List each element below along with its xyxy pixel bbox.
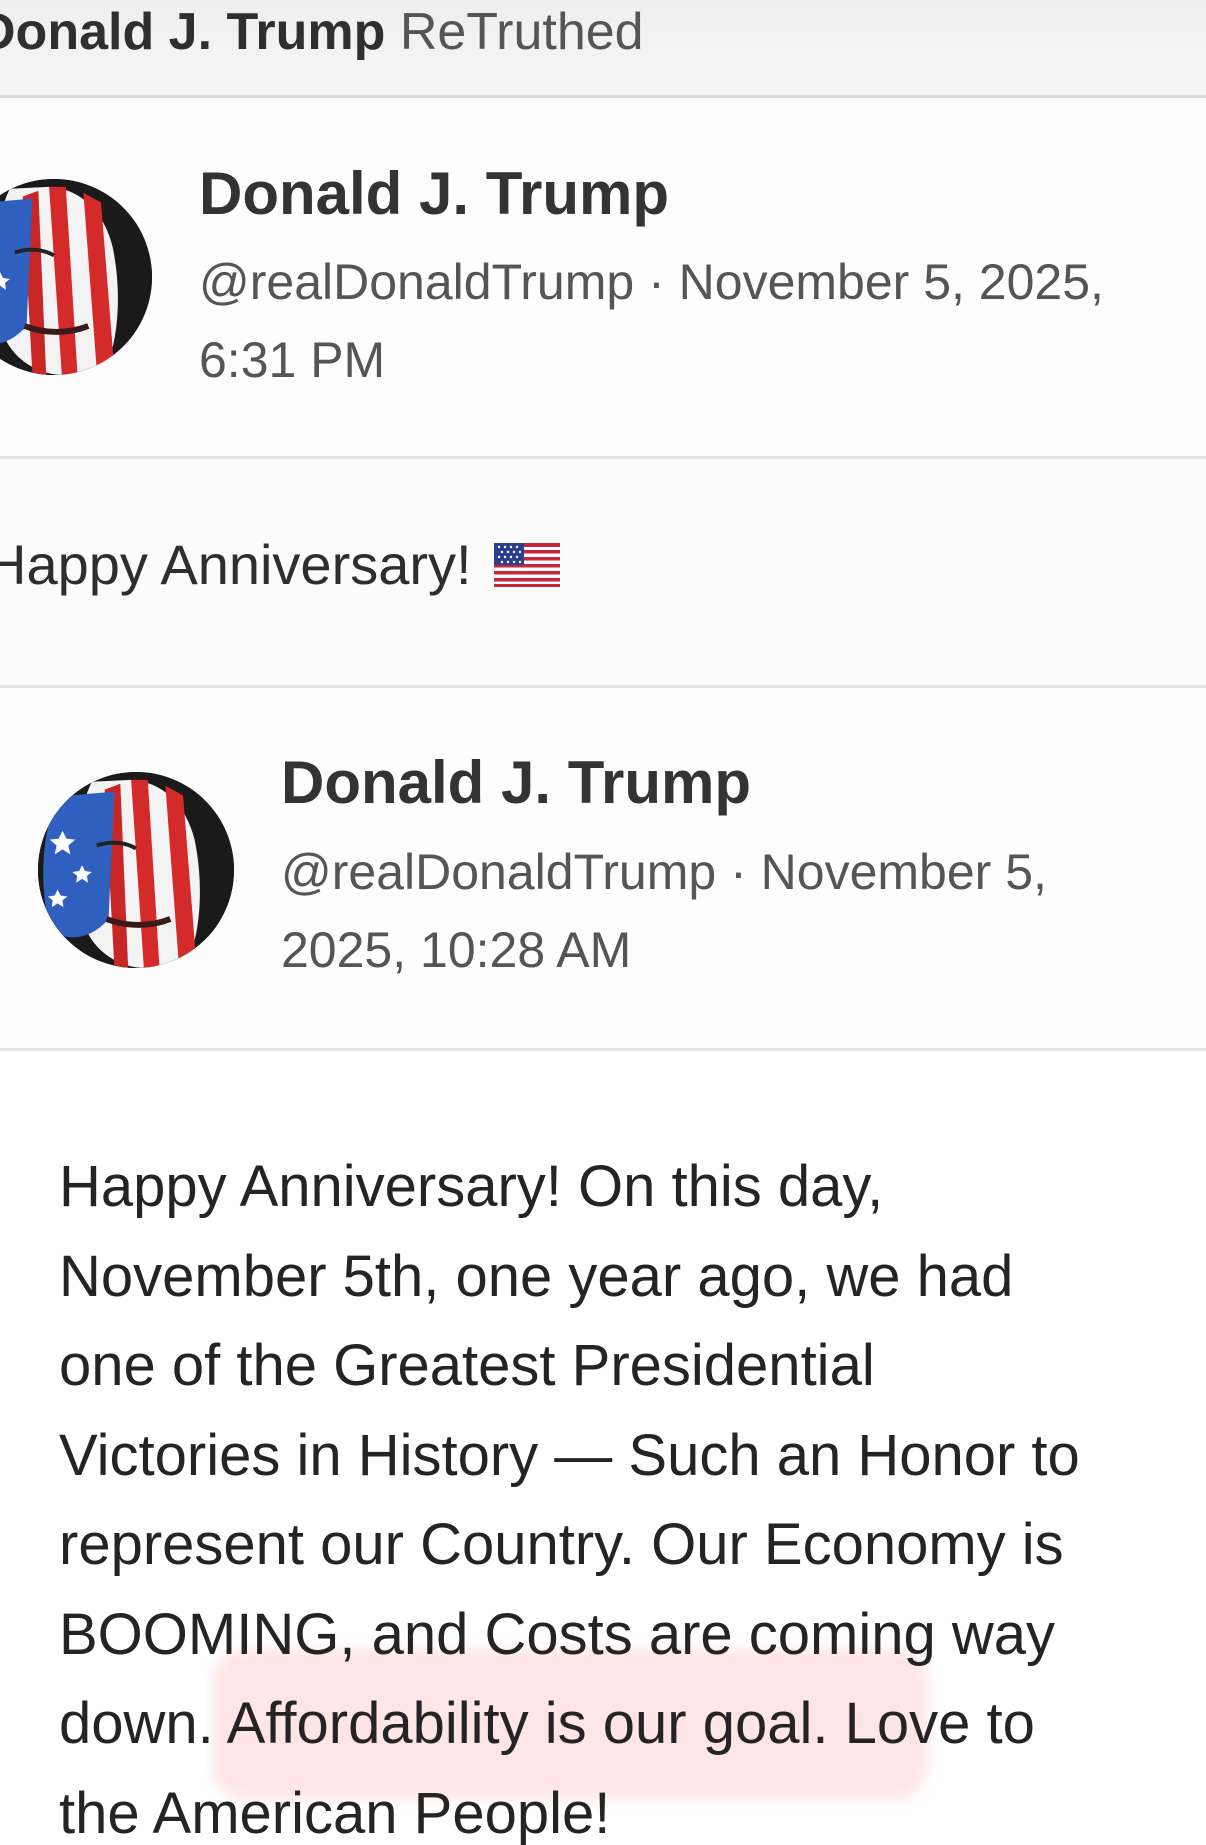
flag-face-avatar-icon <box>0 179 152 375</box>
author-display-name[interactable]: Donald J. Trump <box>199 159 669 229</box>
author-meta: @realDonaldTrump · November 5, 2025, 6:3… <box>199 243 1206 399</box>
post-text-line: down. Affordability is our goal. Love to <box>59 1691 1035 1756</box>
author-handle[interactable]: @realDonaldTrump <box>199 254 634 310</box>
avatar[interactable] <box>38 772 234 968</box>
post-text-line: represent our Country. Our Economy is <box>59 1512 1064 1577</box>
post-timestamp-time[interactable]: 2025, 10:28 AM <box>281 922 631 978</box>
us-flag-icon <box>493 543 560 588</box>
retruth-header: Donald J. Trump ReTruthed <box>0 0 1206 98</box>
post-body: Happy Anniversary! On this day, November… <box>0 1051 1206 1845</box>
original-author-block: Donald J. Trump @realDonaldTrump · Novem… <box>0 688 1206 1051</box>
post-text: Happy Anniversary! On this day, November… <box>59 1142 1199 1845</box>
retruth-comment-text: Happy Anniversary! <box>0 531 560 599</box>
post-timestamp-time[interactable]: 6:31 PM <box>199 332 385 388</box>
post-text-line: Victories in History — Such an Honor to <box>59 1422 1080 1488</box>
author-meta: @realDonaldTrump · November 5, 2025, 10:… <box>281 833 1141 989</box>
retruth-comment: Happy Anniversary! <box>0 459 1206 688</box>
post-timestamp[interactable]: November 5, 2025, <box>679 254 1104 310</box>
avatar[interactable] <box>0 179 152 375</box>
author-handle[interactable]: @realDonaldTrump <box>281 844 716 900</box>
post-timestamp[interactable]: November 5, <box>761 844 1047 900</box>
post-text-line: the American People! <box>59 1780 611 1845</box>
post-text-line: Happy Anniversary! On this day, <box>59 1154 884 1219</box>
meta-separator: · <box>648 254 665 310</box>
meta-separator: · <box>730 844 747 900</box>
flag-face-avatar-icon <box>38 772 234 968</box>
post-text-line: November 5th, one year ago, we had <box>59 1243 1014 1309</box>
retruth-action-text: ReTruthed <box>399 3 644 61</box>
post-text-line: one of the Greatest Presidential <box>59 1333 875 1398</box>
retruth-label: Donald J. Trump ReTruthed <box>0 0 644 64</box>
retruth-author-name[interactable]: Donald J. Trump <box>0 3 385 61</box>
author-display-name[interactable]: Donald J. Trump <box>281 748 751 818</box>
comment-content: Happy Anniversary! <box>0 533 472 596</box>
truth-social-post-page: Donald J. Trump ReTruthed Donald J. Trum… <box>0 0 1206 1845</box>
post-text-line: BOOMING, and Costs are coming way <box>59 1601 1055 1667</box>
retruth-author-block: Donald J. Trump @realDonaldTrump · Novem… <box>0 98 1206 459</box>
